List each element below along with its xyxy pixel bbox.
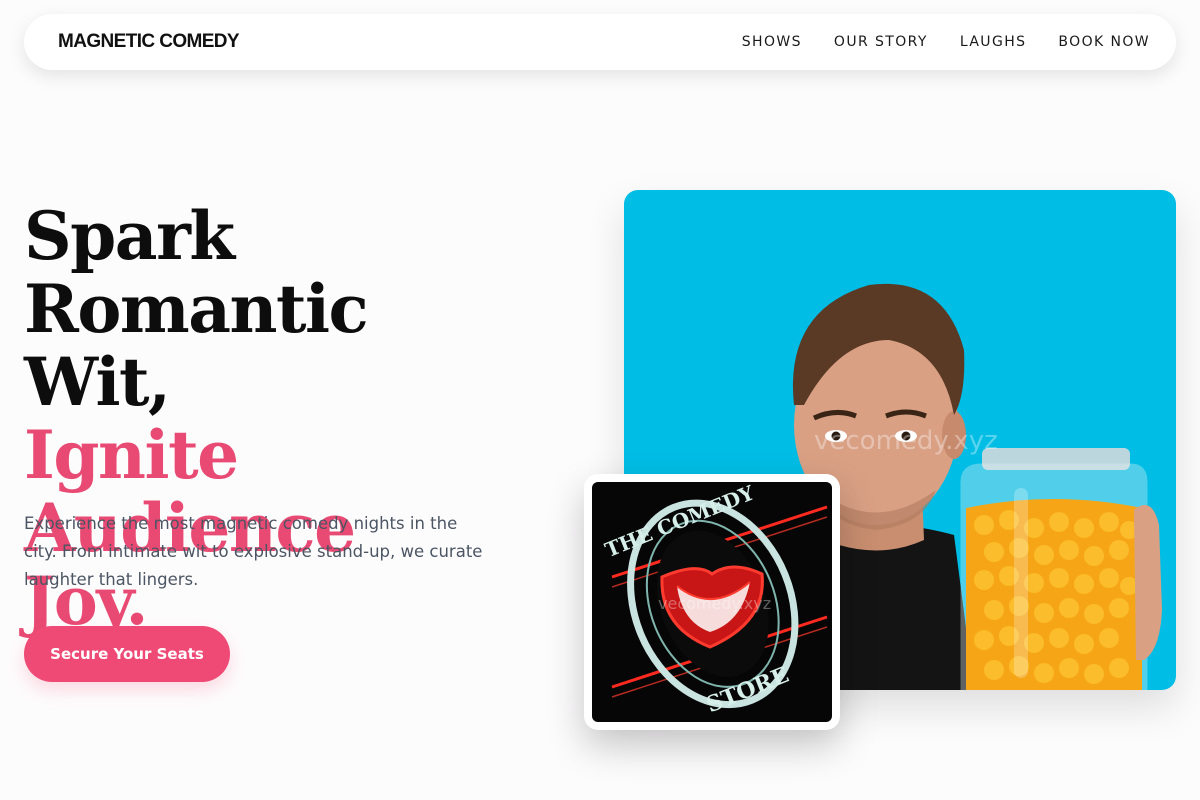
nav-laughs[interactable]: LAUGHS — [960, 34, 1027, 50]
nav-our-story[interactable]: OUR STORY — [834, 34, 928, 50]
neon-sign-illustration: THE COMEDY STORE — [592, 482, 832, 722]
nav-book-now[interactable]: BOOK NOW — [1058, 34, 1150, 50]
hero-description: Experience the most magnetic comedy nigh… — [24, 514, 483, 589]
nav-shows[interactable]: SHOWS — [742, 34, 802, 50]
brand-logo[interactable]: MAGNETIC COMEDY — [58, 31, 240, 53]
main-menu: SHOWS OUR STORY LAUGHS BOOK NOW — [742, 34, 1150, 50]
neon-sign-frame: THE COMEDY STORE — [592, 482, 832, 722]
hero-photo-neon-sign: THE COMEDY STORE vecomedy.xyz — [584, 474, 840, 730]
headline-line-1: Spark Romantic — [24, 197, 369, 348]
landing-page: MAGNETIC COMEDY SHOWS OUR STORY LAUGHS B… — [0, 0, 1200, 800]
top-navbar: MAGNETIC COMEDY SHOWS OUR STORY LAUGHS B… — [24, 14, 1176, 70]
headline-line-2: Wit, — [24, 343, 171, 421]
secure-seats-button[interactable]: Secure Your Seats — [24, 626, 230, 682]
